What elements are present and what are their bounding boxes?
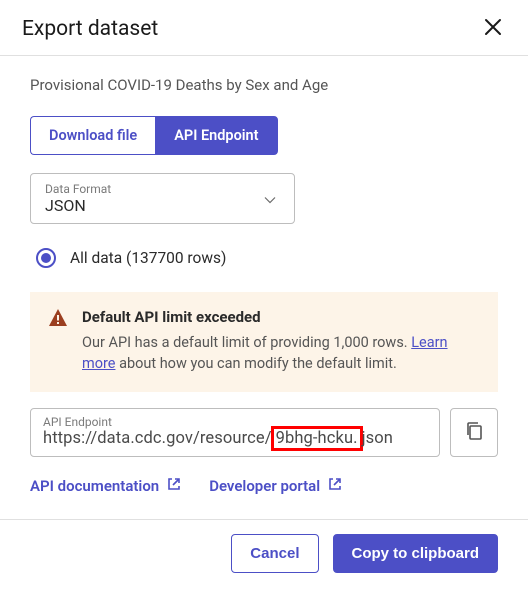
dialog-title: Export dataset bbox=[22, 17, 158, 41]
radio-icon bbox=[36, 248, 56, 268]
cancel-button[interactable]: Cancel bbox=[231, 534, 318, 573]
tabs: Download file API Endpoint bbox=[30, 116, 498, 155]
api-endpoint-label: API Endpoint bbox=[43, 415, 427, 429]
tab-api-endpoint[interactable]: API Endpoint bbox=[155, 116, 277, 155]
close-icon bbox=[484, 18, 502, 39]
api-endpoint-field[interactable]: API Endpoint https://data.cdc.gov/resour… bbox=[30, 408, 440, 457]
external-link-icon bbox=[328, 477, 342, 495]
alert-title: Default API limit exceeded bbox=[82, 308, 480, 326]
data-format-label: Data Format bbox=[45, 182, 280, 196]
url-suffix: json bbox=[362, 429, 393, 448]
tab-download-file[interactable]: Download file bbox=[30, 116, 155, 155]
alert-content: Default API limit exceeded Our API has a… bbox=[82, 308, 480, 374]
developer-portal-label: Developer portal bbox=[209, 477, 320, 495]
alert-text-after: about how you can modify the default lim… bbox=[115, 355, 396, 372]
copy-icon bbox=[465, 421, 483, 444]
links-row: API documentation Developer portal bbox=[30, 477, 498, 495]
api-documentation-link[interactable]: API documentation bbox=[30, 477, 181, 495]
dialog-footer: Cancel Copy to clipboard bbox=[0, 520, 528, 593]
copy-to-clipboard-button[interactable]: Copy to clipboard bbox=[333, 534, 499, 573]
developer-portal-link[interactable]: Developer portal bbox=[209, 477, 342, 495]
data-format-value: JSON bbox=[45, 196, 86, 215]
all-data-radio-row[interactable]: All data (137700 rows) bbox=[36, 248, 498, 268]
dialog-header: Export dataset bbox=[0, 0, 528, 55]
api-endpoint-value: https://data.cdc.gov/resource/9bhg-hcku.… bbox=[43, 429, 427, 448]
alert-text-before: Our API has a default limit of providing… bbox=[82, 334, 411, 351]
api-limit-alert: Default API limit exceeded Our API has a… bbox=[30, 292, 498, 392]
warning-icon bbox=[48, 308, 68, 374]
endpoint-row: API Endpoint https://data.cdc.gov/resour… bbox=[30, 408, 498, 457]
alert-body: Our API has a default limit of providing… bbox=[82, 332, 480, 374]
data-format-select[interactable]: Data Format JSON bbox=[30, 173, 295, 224]
all-data-radio-label: All data (137700 rows) bbox=[70, 249, 226, 267]
dialog-body: Provisional COVID-19 Deaths by Sex and A… bbox=[0, 56, 528, 519]
api-documentation-label: API documentation bbox=[30, 477, 159, 495]
close-button[interactable] bbox=[480, 14, 506, 43]
url-prefix: https://data.cdc.gov/resource/ bbox=[43, 429, 272, 448]
dataset-subtitle: Provisional COVID-19 Deaths by Sex and A… bbox=[30, 76, 498, 94]
copy-endpoint-button[interactable] bbox=[450, 408, 498, 457]
external-link-icon bbox=[167, 477, 181, 495]
export-dialog: Export dataset Provisional COVID-19 Deat… bbox=[0, 0, 528, 593]
url-id-highlight: 9bhg-hcku. bbox=[271, 426, 363, 451]
caret-down-icon bbox=[264, 189, 276, 208]
